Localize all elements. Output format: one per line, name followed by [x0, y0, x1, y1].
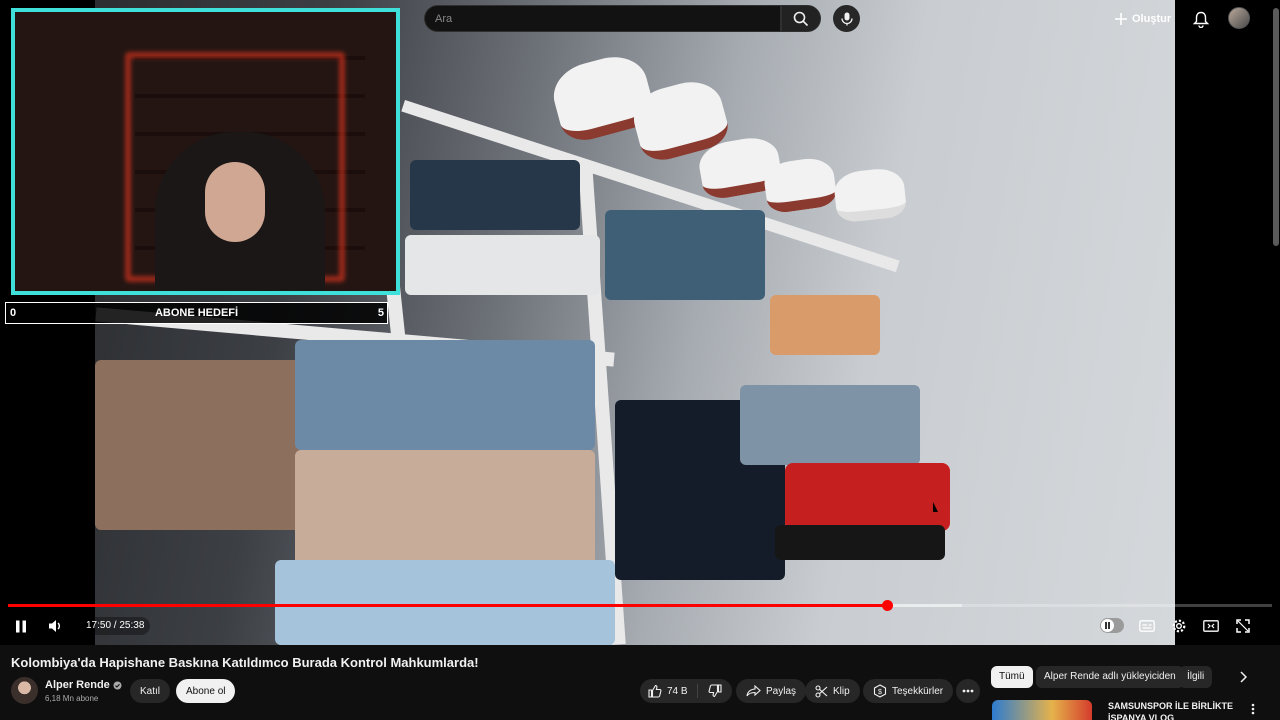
- voice-search-button[interactable]: [833, 5, 860, 32]
- search-box: [424, 5, 781, 32]
- pause-button[interactable]: [10, 615, 32, 637]
- fullscreen-button[interactable]: [1232, 615, 1254, 637]
- chip-from-uploader[interactable]: Alper Rende adlı yükleyiciden: [1036, 666, 1184, 688]
- recommended-video-title[interactable]: SAMSUNSPOR İLE BİRLİKTE İSPANYA VLOG: [1108, 700, 1238, 720]
- join-button[interactable]: Katıl: [130, 679, 171, 703]
- thumbs-up-icon: [648, 684, 662, 698]
- folded-clothes: [605, 210, 765, 300]
- volume-icon: [48, 619, 63, 633]
- thumbs-down-icon: [708, 684, 722, 698]
- video-title: Kolombiya'da Hapishane Baskına Katıldımc…: [11, 655, 479, 670]
- scrollbar-thumb[interactable]: [1273, 8, 1279, 246]
- share-button[interactable]: Paylaş: [736, 679, 807, 703]
- autoplay-toggle[interactable]: [1100, 618, 1124, 633]
- chip-related[interactable]: İlgili: [1179, 666, 1213, 688]
- subscriber-count: 6,18 Mn abone: [45, 694, 99, 703]
- share-label: Paylaş: [766, 685, 797, 697]
- theater-icon: [1203, 620, 1219, 632]
- folded-clothes: [405, 235, 600, 295]
- create-button[interactable]: Oluştur: [1114, 6, 1171, 31]
- search-input[interactable]: [425, 6, 780, 31]
- bell-icon: [1193, 11, 1209, 28]
- webcam-overlay: [11, 8, 400, 295]
- svg-text:$: $: [878, 689, 882, 696]
- video-player[interactable]: 0 ABONE HEDEFİ 5 Oluştur: [0, 0, 1280, 645]
- like-count: 74 B: [667, 685, 688, 697]
- thanks-button[interactable]: $ Teşekkürler: [863, 679, 954, 703]
- more-vertical-icon: [1251, 703, 1255, 715]
- folded-clothes: [95, 360, 305, 530]
- subscribe-label: Abone ol: [186, 685, 226, 697]
- folded-clothes: [275, 560, 615, 645]
- verified-icon: [113, 681, 122, 690]
- webcam-face: [205, 162, 265, 242]
- red-sweater: [785, 463, 950, 531]
- thanks-label: Teşekkürler: [892, 685, 944, 697]
- recommended-video-menu[interactable]: [1244, 700, 1262, 718]
- dislike-button[interactable]: [698, 679, 732, 703]
- goal-max: 5: [377, 307, 384, 319]
- chips-next-button[interactable]: [1232, 666, 1254, 688]
- settings-button[interactable]: [1168, 615, 1190, 637]
- create-label: Oluştur: [1132, 12, 1172, 25]
- channel-avatar[interactable]: [11, 677, 38, 704]
- subscriber-goal-bar: 0 ABONE HEDEFİ 5: [5, 302, 388, 324]
- folded-clothes: [295, 450, 595, 570]
- chip-all[interactable]: Tümü: [991, 666, 1033, 688]
- mouse-cursor: [933, 502, 938, 512]
- join-label: Katıl: [140, 685, 161, 697]
- subtitles-button[interactable]: [1136, 615, 1158, 637]
- more-horizontal-icon: [962, 689, 974, 693]
- account-avatar[interactable]: [1228, 7, 1250, 29]
- recommended-video-thumbnail[interactable]: [992, 700, 1092, 720]
- search-button[interactable]: [781, 5, 821, 32]
- like-dislike-group: 74 B: [640, 679, 732, 703]
- progress-bar[interactable]: [8, 600, 1272, 611]
- gear-icon: [1171, 618, 1187, 634]
- folded-clothes: [775, 525, 945, 560]
- microphone-icon: [840, 12, 853, 26]
- volume-button[interactable]: [44, 615, 66, 637]
- progress-played: [8, 604, 888, 607]
- like-button[interactable]: 74 B: [640, 679, 697, 703]
- page-scrollbar[interactable]: [1271, 0, 1280, 720]
- folded-clothes: [770, 295, 880, 355]
- folded-clothes: [295, 340, 595, 450]
- theater-mode-button[interactable]: [1200, 615, 1222, 637]
- shoe: [832, 166, 908, 224]
- time-display: 17:50 / 25:38: [80, 617, 151, 635]
- channel-name: Alper Rende: [45, 679, 110, 691]
- clip-label: Klip: [833, 685, 850, 697]
- channel-name-link[interactable]: Alper Rende: [45, 679, 122, 691]
- subtitles-icon: [1139, 620, 1155, 632]
- goal-title: ABONE HEDEFİ: [154, 307, 239, 319]
- fullscreen-icon: [1236, 619, 1250, 633]
- super-thanks-icon: $: [873, 684, 887, 698]
- scissors-icon: [815, 684, 828, 698]
- folded-clothes: [410, 160, 580, 230]
- pause-icon: [15, 620, 27, 633]
- share-icon: [746, 685, 761, 697]
- subscribe-button[interactable]: Abone ol: [176, 679, 236, 703]
- notifications-button[interactable]: [1190, 8, 1212, 30]
- chevron-right-icon: [1239, 671, 1247, 683]
- search-icon: [793, 11, 809, 27]
- plus-icon: [1114, 12, 1128, 26]
- clip-button[interactable]: Klip: [805, 679, 860, 703]
- folded-clothes: [740, 385, 920, 465]
- more-actions-button[interactable]: [956, 679, 980, 703]
